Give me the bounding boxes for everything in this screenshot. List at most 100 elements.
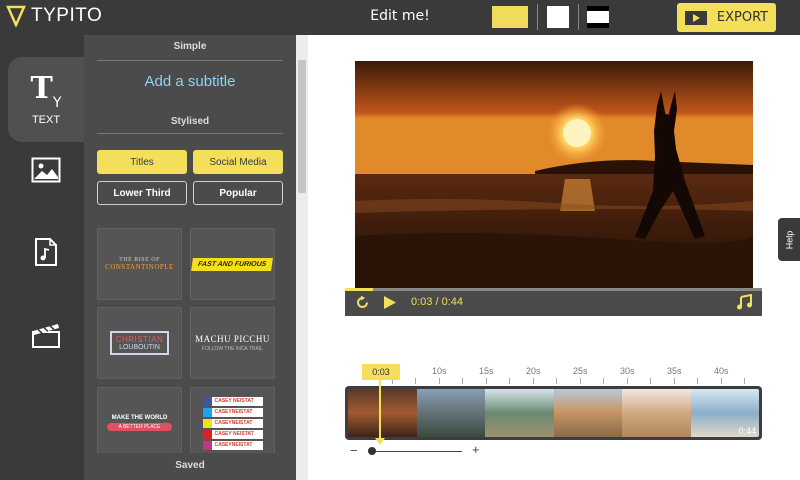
timeline-filmstrip[interactable]: 0:44	[345, 386, 762, 440]
template-thumbnail-machu-picchu[interactable]: MACHU PICCHU FOLLOW THE INCA TRAIL	[190, 307, 275, 379]
tick-label: 25s	[573, 366, 588, 376]
progress-track[interactable]	[345, 288, 762, 291]
category-titles-button[interactable]: Titles	[97, 150, 187, 174]
playback-time: 0:03 / 0:44	[411, 296, 463, 308]
time-separator: /	[435, 296, 439, 308]
tick-label: 20s	[526, 366, 541, 376]
saved-section[interactable]: Saved	[84, 453, 296, 480]
social-row-facebook: CASEY NEISTAT	[202, 396, 263, 406]
video-preview[interactable]	[355, 61, 753, 288]
tick-mark	[439, 378, 440, 384]
film-play-icon	[684, 10, 707, 25]
zoom-in-button[interactable]: +	[472, 442, 480, 457]
section-title-stylised: Stylised	[170, 116, 210, 127]
top-bar: TYPITO Edit me! EXPORT	[0, 0, 800, 35]
tick-mark	[650, 378, 651, 384]
tick-mark	[744, 378, 745, 384]
left-nav: TY TEXT	[0, 35, 84, 480]
typito-logo[interactable]: TYPITO	[6, 5, 102, 27]
template-text: CHRISTIAN	[115, 335, 164, 344]
social-handle: CASEYNEISTAT	[214, 409, 253, 415]
template-text: CONSTANTINOPLE	[105, 263, 174, 271]
black-white-swatch[interactable]	[587, 6, 609, 28]
play-icon[interactable]	[383, 295, 397, 310]
tick-label: 10s	[432, 366, 447, 376]
template-text: FOLLOW THE INCA TRAIL	[202, 346, 263, 352]
snapchat-icon	[202, 418, 212, 428]
section-divider	[97, 60, 283, 61]
typito-logo-icon	[6, 5, 26, 27]
category-social-media-button[interactable]: Social Media	[193, 150, 283, 174]
template-thumbnail-constantinople[interactable]: THE RISE OF CONSTANTINOPLE	[97, 228, 182, 300]
section-divider	[97, 133, 283, 134]
music-note-icon[interactable]	[737, 294, 752, 310]
category-lower-third-button[interactable]: Lower Third	[97, 181, 187, 205]
filmstrip-frame	[485, 389, 554, 437]
timeline-playhead[interactable]	[379, 380, 381, 442]
player-controls: 0:03 / 0:44	[345, 288, 762, 316]
tick-mark	[674, 378, 675, 384]
filmstrip-frame	[622, 389, 691, 437]
timeline-ruler[interactable]: 10s 15s 20s 25s 30s 35s 40s	[345, 362, 762, 384]
filmstrip-duration: 0:44	[738, 426, 756, 436]
section-title-saved: Saved	[175, 460, 205, 471]
social-row-youtube: CASEY NEISTAT	[202, 429, 263, 439]
clapperboard-icon	[32, 323, 60, 348]
tick-label: 30s	[620, 366, 635, 376]
template-frame: CHRISTIAN LOUBOUTIN	[109, 331, 170, 355]
playhead-time-flag: 0:03	[362, 364, 400, 380]
template-text: MACHU PICCHU	[195, 334, 270, 344]
filmstrip-frame	[416, 389, 485, 437]
image-icon	[31, 157, 61, 182]
playhead-handle[interactable]	[375, 438, 385, 445]
nav-item-label: TEXT	[31, 113, 61, 126]
nav-item-video[interactable]	[8, 292, 84, 377]
panel-scrollbar[interactable]	[296, 35, 308, 480]
toolbar-divider	[537, 4, 538, 30]
category-popular-button[interactable]: Popular	[193, 181, 283, 205]
progress-fill	[345, 288, 374, 291]
template-thumbnail-social-handles[interactable]: CASEY NEISTAT CASEYNEISTAT CASEYNEISTAT …	[190, 387, 275, 459]
tick-mark	[721, 378, 722, 384]
yellow-swatch[interactable]	[492, 6, 528, 28]
filmstrip-frame	[348, 389, 417, 437]
social-handle: CASEYNEISTAT	[214, 420, 253, 426]
nav-item-image[interactable]	[8, 127, 84, 212]
text-panel: Simple Add a subtitle Stylised Titles So…	[84, 35, 296, 480]
social-row-snapchat: CASEYNEISTAT	[202, 418, 263, 428]
zoom-slider-knob[interactable]	[368, 447, 376, 455]
template-text: FAST AND FURIOUS	[191, 257, 274, 271]
zoom-slider-track[interactable]	[368, 451, 462, 452]
social-handles-list: CASEY NEISTAT CASEYNEISTAT CASEYNEISTAT …	[202, 396, 263, 450]
social-handle: CASEY NEISTAT	[214, 398, 254, 404]
tick-mark	[486, 378, 487, 384]
tick-mark	[556, 378, 557, 384]
tick-mark	[462, 378, 463, 384]
scroll-thumb[interactable]	[298, 60, 306, 193]
filmstrip-frames	[348, 389, 759, 437]
text-icon: TY	[30, 70, 62, 111]
template-text: LOUBOUTIN	[119, 344, 160, 351]
project-title[interactable]: Edit me!	[360, 8, 440, 24]
template-thumbnail-better-place[interactable]: MAKE THE WORLD A BETTER PLACE	[97, 387, 182, 459]
twitter-icon	[202, 407, 212, 417]
tick-label: 35s	[667, 366, 682, 376]
instagram-icon	[202, 440, 212, 450]
replay-icon[interactable]	[355, 295, 370, 310]
template-thumbnail-fast-furious[interactable]: FAST AND FURIOUS	[190, 228, 275, 300]
total-duration: 0:44	[441, 296, 464, 308]
zoom-out-button[interactable]: −	[350, 443, 358, 458]
add-subtitle-button[interactable]: Add a subtitle	[97, 73, 283, 90]
help-tab[interactable]: Help	[778, 218, 800, 261]
white-swatch[interactable]	[547, 6, 569, 28]
tick-label: 15s	[479, 366, 494, 376]
tick-mark	[697, 378, 698, 384]
template-thumbnail-louboutin[interactable]: CHRISTIAN LOUBOUTIN	[97, 307, 182, 379]
template-text: A BETTER PLACE	[106, 423, 173, 431]
tick-mark	[533, 378, 534, 384]
export-button[interactable]: EXPORT	[677, 3, 776, 32]
social-handle: CASEYNEISTAT	[214, 442, 253, 448]
nav-item-audio[interactable]	[8, 209, 84, 294]
toolbar-divider	[578, 4, 579, 30]
social-row-twitter: CASEYNEISTAT	[202, 407, 263, 417]
